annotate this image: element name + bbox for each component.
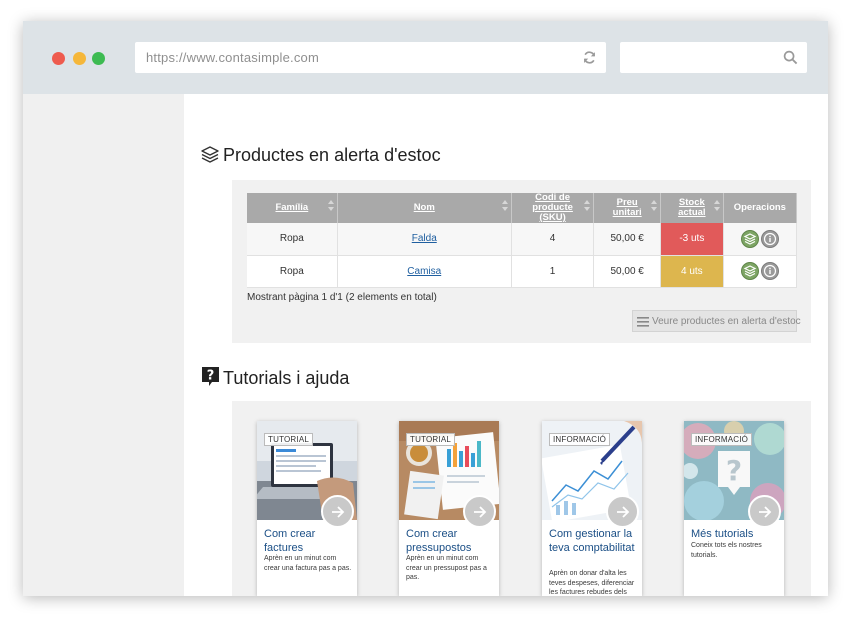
card-tag: INFORMACIÓ	[549, 433, 611, 446]
cell-price: 50,00 €	[593, 223, 661, 256]
stock-badge: -3 uts	[660, 223, 724, 256]
view-stock-alert-button[interactable]: Veure productes en alerta d'estoc	[632, 310, 801, 332]
column-header-stock[interactable]: Stock actual	[660, 193, 724, 223]
cell-sku: 4	[511, 223, 595, 256]
info-button[interactable]	[760, 229, 779, 248]
svg-text:?: ?	[726, 454, 742, 487]
card-arrow-button[interactable]	[606, 495, 639, 528]
cell-operations	[723, 223, 798, 256]
stock-layers-button[interactable]	[740, 262, 759, 280]
arrow-right-icon	[474, 506, 487, 518]
layers-icon	[743, 265, 757, 277]
maximize-window-button[interactable]	[92, 52, 105, 65]
column-header-name[interactable]: Nom	[337, 193, 512, 223]
arrow-right-icon	[617, 506, 630, 518]
url-text: https://www.contasimple.com	[146, 50, 320, 65]
info-icon	[763, 264, 776, 278]
card-arrow-button[interactable]	[463, 495, 496, 528]
card-title[interactable]: Més tutorials	[691, 527, 781, 541]
cell-sku: 1	[511, 255, 595, 288]
sort-icon[interactable]	[327, 200, 334, 211]
column-header-family[interactable]: Família	[247, 193, 338, 223]
tutorial-card[interactable]: ? INFORMACIÓ Més tutorials Coneix tots e…	[684, 421, 784, 596]
reload-icon[interactable]	[582, 50, 597, 65]
list-icon	[637, 317, 649, 327]
cell-family: Ropa	[247, 223, 338, 256]
app-sidebar	[23, 94, 184, 596]
card-title[interactable]: Com crear factures	[264, 527, 354, 555]
column-header-sku[interactable]: Codi de producte (SKU)	[511, 193, 595, 223]
sort-icon[interactable]	[650, 200, 657, 211]
card-tag: TUTORIAL	[264, 433, 314, 446]
table-row: Ropa Falda 4 50,00 € -3 uts	[247, 223, 798, 256]
layers-icon	[743, 233, 757, 245]
browser-search-bar[interactable]	[620, 42, 807, 73]
product-name-link[interactable]: Camisa	[337, 255, 512, 288]
info-icon	[763, 232, 776, 245]
tutorials-section-title: Tutorials i ajuda	[223, 368, 350, 388]
sort-icon[interactable]	[584, 200, 591, 211]
svg-text:?: ?	[207, 369, 215, 384]
search-icon[interactable]	[783, 50, 798, 65]
close-window-button[interactable]	[52, 52, 65, 65]
card-description: Aprèn en un minut com crear un pressupos…	[406, 555, 487, 581]
card-description: Aprèn en un minut com crear una factura …	[264, 555, 352, 572]
table-row: Ropa Camisa 1 50,00 € 4 uts	[247, 255, 798, 288]
browser-chrome: https://www.contasimple.com	[23, 21, 828, 94]
layers-icon	[201, 146, 219, 163]
cell-operations	[723, 255, 798, 288]
sort-icon[interactable]	[501, 200, 508, 211]
help-icon: ?	[202, 367, 219, 386]
card-title[interactable]: Com gestionar la teva comptabilitat	[549, 527, 639, 555]
paging-info: Mostrant pàgina 1 d'1 (2 elements en tot…	[247, 292, 437, 303]
cell-family: Ropa	[247, 255, 338, 288]
card-arrow-button[interactable]	[748, 495, 781, 528]
tutorial-card[interactable]: INFORMACIÓ Com gestionar la teva comptab…	[542, 421, 642, 596]
arrow-right-icon	[759, 506, 772, 518]
card-tag: INFORMACIÓ	[691, 433, 753, 446]
address-bar[interactable]: https://www.contasimple.com	[135, 42, 606, 73]
card-tag: TUTORIAL	[406, 433, 456, 446]
stock-badge: 4 uts	[660, 255, 724, 288]
product-name-link[interactable]: Falda	[337, 223, 512, 256]
info-button[interactable]	[760, 262, 779, 280]
card-description: Aprèn on donar d'alta les teves despeses…	[549, 570, 635, 596]
arrow-right-icon	[332, 506, 345, 518]
card-arrow-button[interactable]	[321, 495, 354, 528]
minimize-window-button[interactable]	[73, 52, 86, 65]
tutorial-card[interactable]: TUTORIAL Com crear factures Aprèn en un …	[257, 421, 357, 596]
column-header-price[interactable]: Preu unitari	[593, 193, 661, 223]
stock-section-title: Productes en alerta d'estoc	[223, 145, 441, 165]
stock-table: Família Nom Codi de producte (SKU) Preu …	[247, 193, 798, 288]
main-content: Productes en alerta d'estoc Família Nom …	[184, 94, 828, 596]
browser-window: https://www.contasimple.com Productes en…	[23, 21, 828, 596]
stock-layers-button[interactable]	[740, 229, 759, 248]
card-title[interactable]: Com crear pressupostos	[406, 527, 496, 555]
sort-icon[interactable]	[713, 200, 720, 211]
column-header-operations: Operacions	[723, 193, 798, 223]
cell-price: 50,00 €	[593, 255, 661, 288]
tutorial-card[interactable]: TUTORIAL Com crear pressupostos Aprèn en…	[399, 421, 499, 596]
card-description: Coneix tots els nostres tutorials.	[691, 542, 762, 559]
